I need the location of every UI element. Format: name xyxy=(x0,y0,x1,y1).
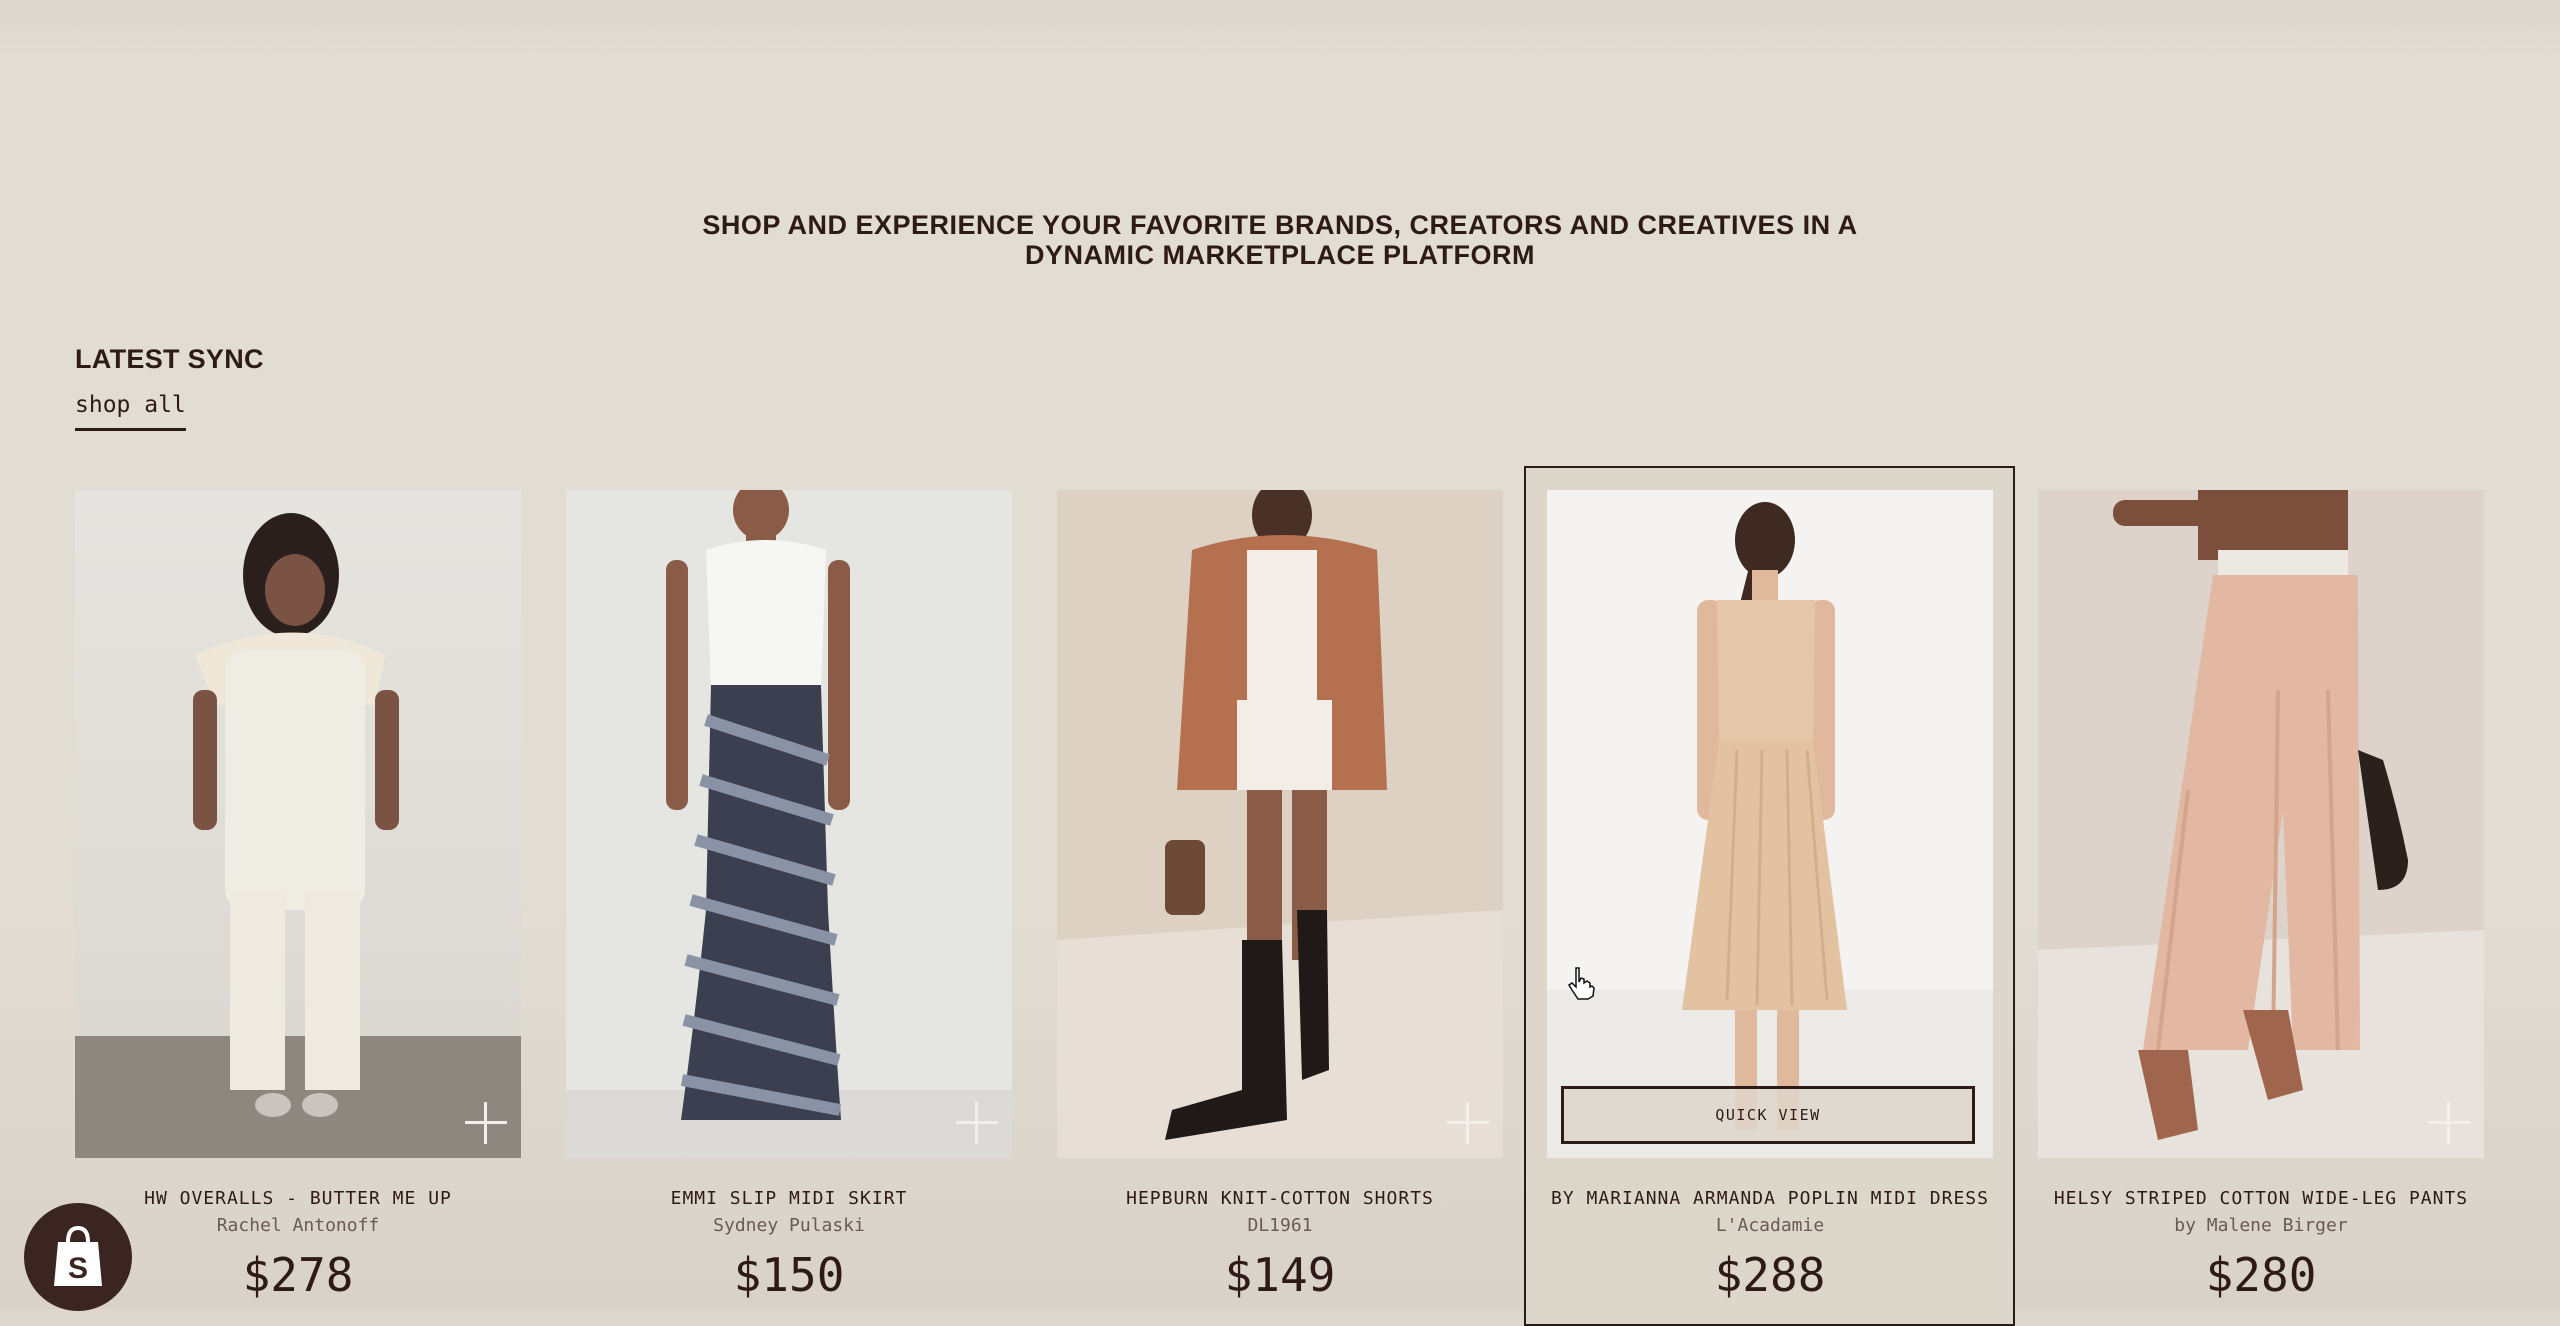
svg-text:S: S xyxy=(68,1252,88,1285)
product-brand: Sydney Pulaski xyxy=(713,1215,865,1236)
hero-line-1: SHOP AND EXPERIENCE YOUR FAVORITE BRANDS… xyxy=(702,210,1858,240)
hero-headline: SHOP AND EXPERIENCE YOUR FAVORITE BRANDS… xyxy=(0,210,2560,270)
product-image[interactable] xyxy=(2038,490,2484,1158)
product-brand: Rachel Antonoff xyxy=(216,1215,380,1236)
shop-all-link[interactable]: shop all xyxy=(75,392,186,431)
quick-view-button[interactable]: QUICK VIEW xyxy=(1561,1086,1975,1144)
add-to-cart-plus-icon[interactable] xyxy=(1447,1102,1489,1144)
hand-pointer-icon xyxy=(1567,967,1595,1000)
product-brand: DL1961 xyxy=(1247,1215,1313,1236)
add-to-cart-plus-icon[interactable] xyxy=(956,1102,998,1144)
hero-line-2: DYNAMIC MARKETPLACE PLATFORM xyxy=(1025,240,1535,270)
section-title: LATEST SYNC xyxy=(75,344,264,374)
add-to-cart-plus-icon[interactable] xyxy=(2428,1102,2470,1144)
product-card[interactable]: EMMI SLIP MIDI SKIRT Sydney Pulaski $150 xyxy=(566,490,1012,1302)
product-name: BY MARIANNA ARMANDA POPLIN MIDI DRESS xyxy=(1551,1188,1989,1209)
product-name: HEPBURN KNIT-COTTON SHORTS xyxy=(1126,1188,1434,1209)
product-name: HW OVERALLS - BUTTER ME UP xyxy=(144,1188,452,1209)
product-price: $288 xyxy=(1714,1248,1826,1302)
product-image[interactable] xyxy=(75,490,521,1158)
product-card[interactable]: QUICK VIEW BY MARIANNA ARMANDA POPLIN MI… xyxy=(1547,490,1993,1302)
product-price: $278 xyxy=(242,1248,354,1302)
product-image[interactable]: QUICK VIEW xyxy=(1547,490,1993,1158)
product-image[interactable] xyxy=(1057,490,1503,1158)
product-card[interactable]: HW OVERALLS - BUTTER ME UP Rachel Antono… xyxy=(75,490,521,1302)
product-price: $149 xyxy=(1224,1248,1336,1302)
product-price: $150 xyxy=(733,1248,845,1302)
product-name: HELSY STRIPED COTTON WIDE-LEG PANTS xyxy=(2053,1188,2469,1209)
product-image[interactable] xyxy=(566,490,1012,1158)
add-to-cart-plus-icon[interactable] xyxy=(465,1102,507,1144)
shopify-bag-icon[interactable]: S xyxy=(24,1203,132,1311)
product-name: EMMI SLIP MIDI SKIRT xyxy=(670,1188,908,1209)
product-brand: by Malene Birger xyxy=(2174,1215,2348,1236)
product-brand: L'Acadamie xyxy=(1715,1215,1825,1236)
product-card[interactable]: HEPBURN KNIT-COTTON SHORTS DL1961 $149 xyxy=(1057,490,1503,1302)
product-price: $280 xyxy=(2205,1248,2317,1302)
product-card[interactable]: HELSY STRIPED COTTON WIDE-LEG PANTS by M… xyxy=(2038,490,2484,1302)
